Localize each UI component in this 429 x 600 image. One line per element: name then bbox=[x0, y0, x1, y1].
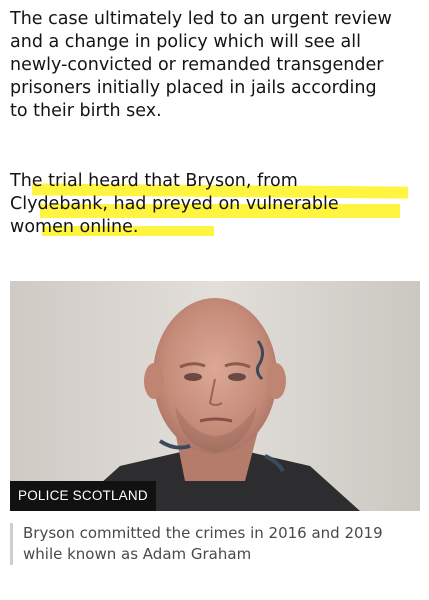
article-paragraph-2: The trial heard that Bryson, from Clydeb… bbox=[10, 170, 422, 239]
paragraph-line: Clydebank, had preyed on vulnerable bbox=[10, 194, 339, 214]
paragraph-line: The trial heard that Bryson, from bbox=[10, 171, 298, 191]
article-paragraph-1: The case ultimately led to an urgent rev… bbox=[10, 8, 422, 123]
paragraph-line: and a change in policy which will see al… bbox=[10, 32, 361, 52]
paragraph-line: women online. bbox=[10, 217, 139, 237]
paragraph-line: newly-convicted or remanded transgender bbox=[10, 55, 384, 75]
paragraph-line: The case ultimately led to an urgent rev… bbox=[10, 9, 392, 29]
mugshot-image bbox=[10, 281, 420, 511]
paragraph-line: to their birth sex. bbox=[10, 101, 162, 121]
caption-line: Bryson committed the crimes in 2016 and … bbox=[23, 524, 383, 542]
photo-caption: Bryson committed the crimes in 2016 and … bbox=[10, 523, 428, 565]
caption-line: while known as Adam Graham bbox=[23, 545, 252, 563]
mugshot-photo bbox=[10, 281, 420, 511]
photo-credit-label: POLICE SCOTLAND bbox=[10, 481, 156, 511]
paragraph-line: prisoners initially placed in jails acco… bbox=[10, 78, 377, 98]
